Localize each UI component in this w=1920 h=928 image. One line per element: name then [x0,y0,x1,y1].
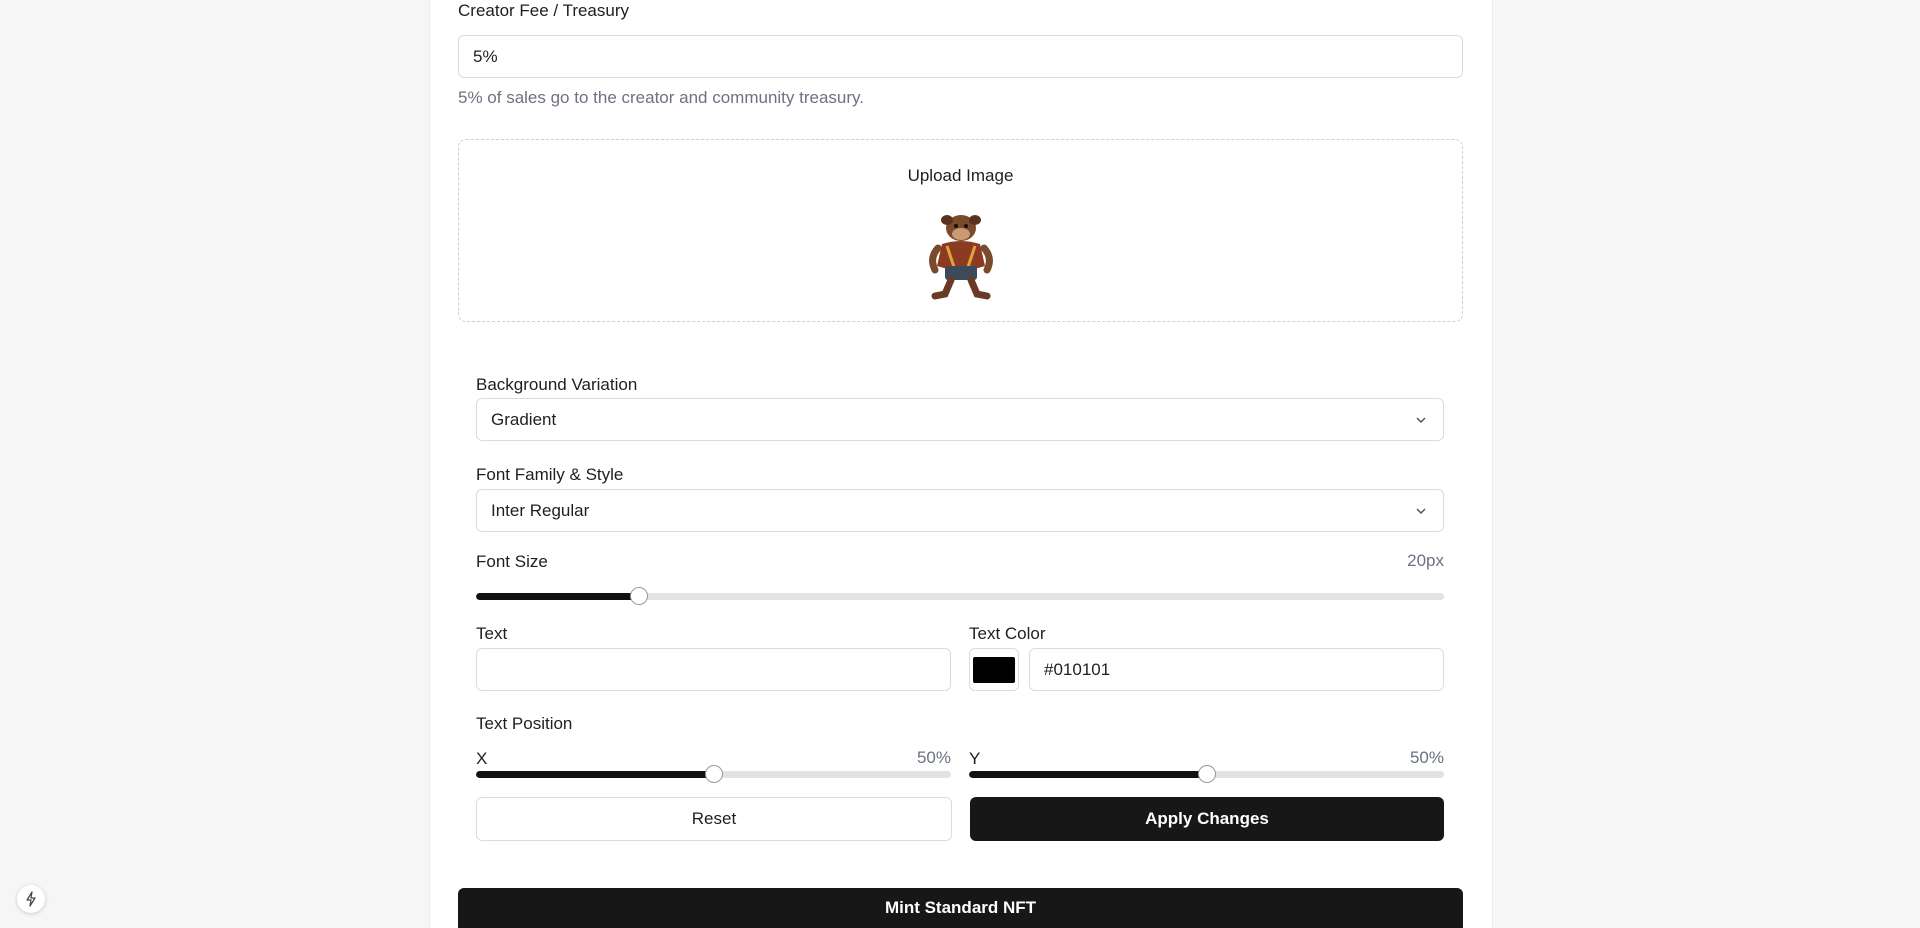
text-position-x-label: X [476,749,488,768]
text-color-label: Text Color [969,624,1046,643]
font-size-slider-fill [476,593,639,600]
font-size-slider-thumb[interactable] [629,587,648,605]
text-position-label: Text Position [476,714,573,733]
background-variation-label: Background Variation [476,375,638,394]
font-size-value: 20px [1407,551,1444,570]
text-color-swatch [973,656,1015,683]
text-position-y-slider-fill [969,771,1207,778]
floating-bolt-button[interactable] [17,885,45,913]
text-label: Text [476,624,508,643]
text-color-picker[interactable] [969,648,1019,691]
upload-title: Upload Image [907,166,1014,185]
creator-fee-input[interactable]: 5% [458,35,1463,78]
text-position-y-label: Y [969,749,981,768]
chevron-down-icon [1416,416,1426,423]
upload-dropzone[interactable]: Upload Image [458,139,1463,322]
reset-button[interactable]: Reset [476,797,952,841]
font-family-select[interactable]: Inter Regular [476,489,1444,532]
text-position-y-slider-thumb[interactable] [1197,765,1216,783]
font-size-slider-track[interactable] [476,593,1444,600]
background-variation-value: Gradient [491,409,557,429]
creator-fee-label: Creator Fee / Treasury [458,1,630,20]
background-variation-select[interactable]: Gradient [476,398,1444,441]
text-position-x-value: 50% [916,748,951,767]
text-position-x-slider-fill [476,771,714,778]
text-position-x-slider-thumb[interactable] [704,765,723,783]
text-input[interactable] [476,648,951,691]
bolt-icon [26,891,36,907]
apply-changes-button[interactable]: Apply Changes [970,797,1444,841]
creator-fee-help: 5% of sales go to the creator and commun… [458,88,864,107]
font-size-label: Font Size [476,552,548,571]
text-position-y-value: 50% [1409,748,1444,767]
bulldog-character-image [929,215,993,300]
mint-nft-button[interactable]: Mint Standard NFT [458,888,1463,928]
font-family-label: Font Family & Style [476,465,624,484]
font-family-value: Inter Regular [491,500,590,520]
text-color-hex-input[interactable]: #010101 [1029,648,1444,691]
chevron-down-icon [1416,507,1426,514]
